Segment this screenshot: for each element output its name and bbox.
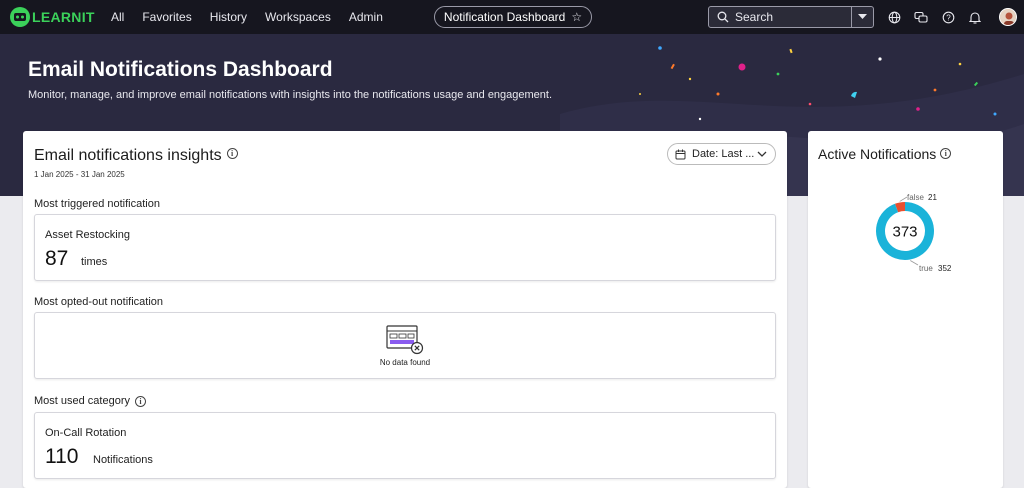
chevron-down-icon <box>858 14 867 19</box>
active-notifications-donut-chart: 373 false 21 true 352 <box>876 193 952 273</box>
date-filter-label: Date: Last ... <box>692 148 755 160</box>
search-icon <box>717 11 729 23</box>
app-logo[interactable]: LEARNIT <box>10 7 95 27</box>
insights-title-text: Email notifications insights <box>34 147 222 164</box>
donut-value-false: 21 <box>928 193 937 202</box>
logo-icon <box>10 7 30 27</box>
active-notifications-card: Active Notifications i 373 false 21 true 352 <box>808 131 1003 488</box>
most-triggered-name: Asset Restocking <box>45 229 130 241</box>
most-used-category-box: On-Call Rotation 110 Notifications <box>34 412 776 479</box>
chat-icon[interactable] <box>913 9 929 25</box>
most-used-category-label-text: Most used category <box>34 395 130 407</box>
nav-utility-icons: ? <box>886 9 994 25</box>
info-icon[interactable]: i <box>135 395 146 407</box>
date-filter-button[interactable]: Date: Last ... <box>667 143 776 165</box>
calendar-icon <box>675 149 686 160</box>
most-used-category-count: 110 <box>45 445 79 468</box>
most-used-category-name: On-Call Rotation <box>45 427 127 439</box>
most-triggered-unit: times <box>81 256 108 268</box>
donut-label-false: false <box>907 193 924 202</box>
main-menu: All Favorites History Workspaces Admin <box>111 0 401 34</box>
empty-state: No data found <box>35 313 775 378</box>
nav-link-workspaces[interactable]: Workspaces <box>265 10 331 24</box>
nav-link-all[interactable]: All <box>111 10 124 24</box>
insights-card: Email notifications insights i 1 Jan 2025… <box>23 131 787 488</box>
most-opted-out-box: No data found <box>34 312 776 379</box>
context-title: Notification Dashboard <box>443 10 566 24</box>
chevron-down-icon <box>757 151 767 157</box>
most-triggered-count: 87 <box>45 247 69 270</box>
most-triggered-box: Asset Restocking 87 times <box>34 214 776 281</box>
donut-leader-line <box>899 196 908 202</box>
star-icon[interactable]: ☆ <box>571 10 582 24</box>
no-data-icon <box>386 324 424 354</box>
svg-text:?: ? <box>946 13 951 22</box>
most-triggered-label: Most triggered notification <box>34 198 160 210</box>
info-icon[interactable]: i <box>226 148 238 160</box>
donut-value-true: 352 <box>938 264 952 273</box>
context-title-pill[interactable]: Notification Dashboard ☆ <box>434 6 592 28</box>
donut-center-total: 373 <box>892 224 917 241</box>
search-scope-dropdown[interactable] <box>851 7 873 27</box>
donut-slice-false[interactable] <box>894 202 906 213</box>
most-used-category-unit: Notifications <box>93 454 153 466</box>
most-used-category-label: Most used category i <box>34 395 146 407</box>
logo-text: LEARNIT <box>32 9 95 25</box>
page-subtitle: Monitor, manage, and improve email notif… <box>28 89 553 101</box>
bell-icon[interactable] <box>967 9 983 25</box>
search-input[interactable]: Search <box>735 10 851 24</box>
empty-state-text: No data found <box>379 357 431 367</box>
user-avatar[interactable] <box>999 8 1017 26</box>
nav-link-admin[interactable]: Admin <box>349 10 383 24</box>
top-navigation-bar: LEARNIT All Favorites History Workspaces… <box>0 0 1024 34</box>
page-title: Email Notifications Dashboard <box>28 58 333 81</box>
donut-leader-line <box>910 260 919 266</box>
most-opted-out-label: Most opted-out notification <box>34 296 164 308</box>
insights-date-range: 1 Jan 2025 - 31 Jan 2025 <box>34 170 125 179</box>
nav-link-favorites[interactable]: Favorites <box>142 10 191 24</box>
global-search[interactable]: Search <box>708 6 874 28</box>
nav-link-history[interactable]: History <box>210 10 247 24</box>
globe-icon[interactable] <box>886 9 902 25</box>
help-icon[interactable]: ? <box>940 9 956 25</box>
insights-title: Email notifications insights i <box>34 147 238 165</box>
donut-label-true: true <box>919 264 933 273</box>
